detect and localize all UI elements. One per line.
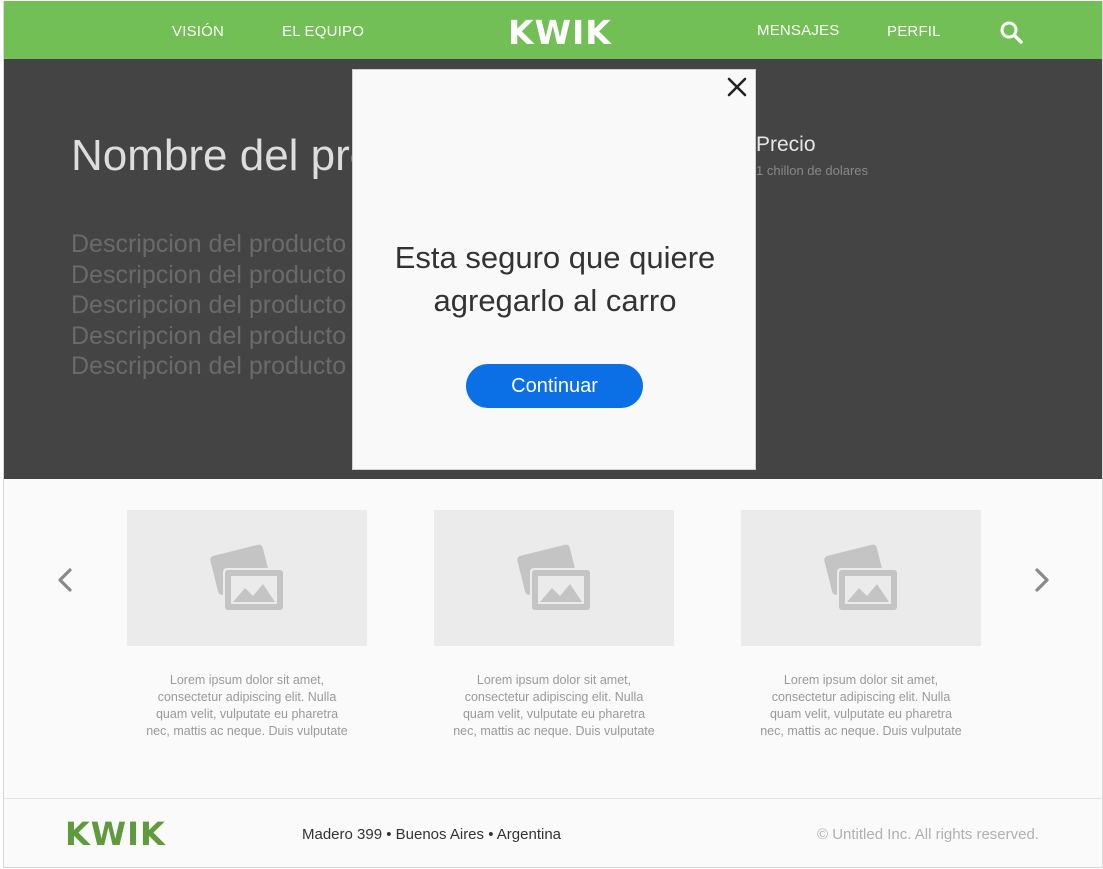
price-label: Precio xyxy=(756,133,816,156)
footer-logo[interactable]: KWIK xyxy=(65,815,166,853)
price-value: 1 chillon de dolares xyxy=(756,163,869,178)
description-line: Descripcion del producto xyxy=(71,291,347,319)
description-line: Descripcion del producto xyxy=(71,230,347,258)
image-placeholder-icon xyxy=(517,544,592,612)
confirm-modal: Esta seguro que quiere agregarlo al carr… xyxy=(352,69,756,470)
brand-logo[interactable]: KWIK xyxy=(508,13,612,52)
product-description: Descripcion del producto Descripcion del… xyxy=(71,229,346,382)
card-image[interactable] xyxy=(741,510,981,646)
nav-link-el-equipo[interactable]: EL EQUIPO xyxy=(282,23,364,40)
description-line: Descripcion del producto xyxy=(71,260,347,289)
nav-link-perfil[interactable]: PERFIL xyxy=(887,23,941,40)
card-text: Lorem ipsum dolor sit amet, consectetur … xyxy=(146,673,348,738)
continue-button[interactable]: Continuar xyxy=(466,364,643,408)
card-image[interactable] xyxy=(434,510,674,646)
chevron-left-icon[interactable] xyxy=(52,564,80,596)
image-placeholder-icon xyxy=(210,544,285,612)
close-icon[interactable] xyxy=(725,75,749,99)
page-frame: VISIÓN EL EQUIPO KWIK MENSAJES PERFIL No… xyxy=(3,1,1103,868)
card-image[interactable] xyxy=(127,510,367,646)
description-line: Descripcion del producto xyxy=(71,352,347,380)
search-icon[interactable] xyxy=(999,20,1023,44)
modal-message: Esta seguro que quiere agregarlo al carr… xyxy=(394,240,716,318)
card-text: Lorem ipsum dolor sit amet, consectetur … xyxy=(453,673,655,738)
chevron-right-icon[interactable] xyxy=(1027,564,1055,596)
footer-copyright: © Untitled Inc. All rights reserved. xyxy=(817,826,1039,843)
card-text: Lorem ipsum dolor sit amet, consectetur … xyxy=(760,673,962,738)
nav-link-vision[interactable]: VISIÓN xyxy=(172,23,224,40)
footer: KWIK Madero 399 • Buenos Aires • Argenti… xyxy=(4,798,1102,867)
image-placeholder-icon xyxy=(824,544,899,612)
nav-link-mensajes[interactable]: MENSAJES xyxy=(757,22,839,39)
description-line: Descripcion del producto xyxy=(71,321,347,350)
footer-address: Madero 399 • Buenos Aires • Argentina xyxy=(302,826,561,843)
top-navbar: VISIÓN EL EQUIPO KWIK MENSAJES PERFIL xyxy=(4,1,1102,59)
